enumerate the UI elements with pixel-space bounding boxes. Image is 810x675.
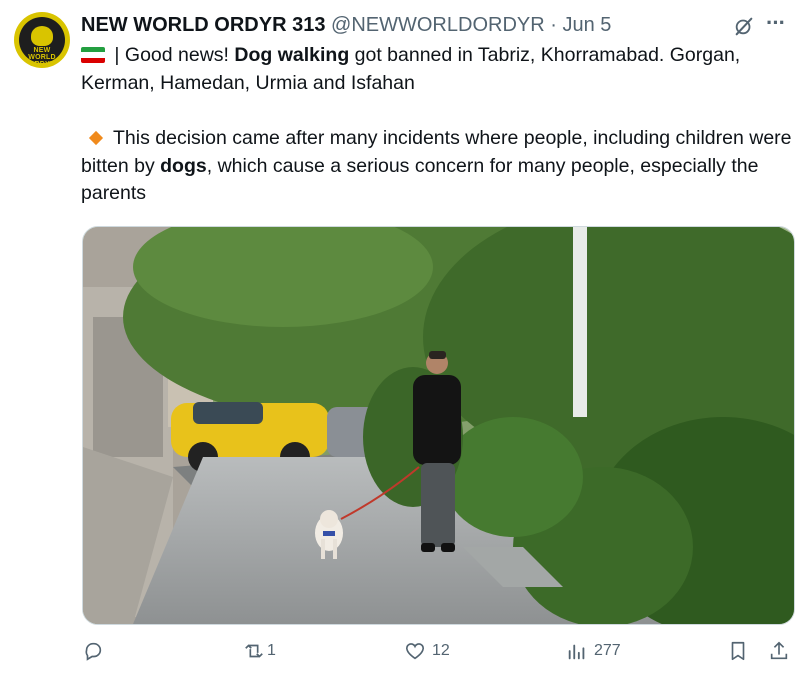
views-chart-icon <box>568 644 585 660</box>
skull-logo-icon <box>31 26 53 46</box>
grok-icon[interactable] <box>733 15 755 37</box>
tweet-photo[interactable] <box>82 226 795 625</box>
like-button[interactable]: 12 <box>404 640 450 662</box>
views-button[interactable]: 277 <box>566 640 621 662</box>
bookmark-icon <box>731 641 745 661</box>
separator: · <box>550 14 557 36</box>
text-bold: dogs <box>160 154 207 177</box>
retweet-count: 1 <box>267 642 276 659</box>
tweet-date[interactable]: Jun 5 <box>562 14 611 36</box>
retweet-icon <box>245 644 263 658</box>
photo-man-walking-dog-icon <box>83 227 794 624</box>
bookmark-button[interactable] <box>727 640 749 662</box>
tweet-paragraph-1: | Good news! Dog walking got banned in T… <box>81 42 801 97</box>
more-options-icon[interactable]: ··· <box>766 10 786 36</box>
avatar[interactable]: NEW WORLD ORDYR <box>14 12 70 68</box>
text-part: | Good news! <box>109 44 235 66</box>
heart-icon <box>405 643 425 660</box>
retweet-button[interactable]: 1 <box>243 640 276 662</box>
views-count: 277 <box>594 642 621 659</box>
author-name[interactable]: NEW WORLD ORDYR 313 <box>81 14 325 36</box>
tweet-text: | Good news! Dog walking got banned in T… <box>81 42 801 208</box>
tweet-paragraph-2: This decision came after many incidents … <box>81 125 801 208</box>
reply-button[interactable] <box>82 640 110 662</box>
tweet-header: NEW WORLD ORDYR 313 @NEWWORLDORDYR · Jun… <box>81 11 611 39</box>
share-icon <box>770 641 788 660</box>
avatar-logo-text: NEW WORLD ORDYR <box>28 47 56 68</box>
like-count: 12 <box>432 642 450 659</box>
reply-icon <box>85 642 102 661</box>
orange-diamond-icon <box>88 130 104 145</box>
text-bold: Dog walking <box>234 44 350 66</box>
tweet-actions: 1 12 277 <box>0 640 810 672</box>
iran-flag-icon <box>81 47 105 63</box>
author-handle[interactable]: @NEWWORLDORDYR <box>331 14 545 36</box>
share-button[interactable] <box>768 640 790 662</box>
